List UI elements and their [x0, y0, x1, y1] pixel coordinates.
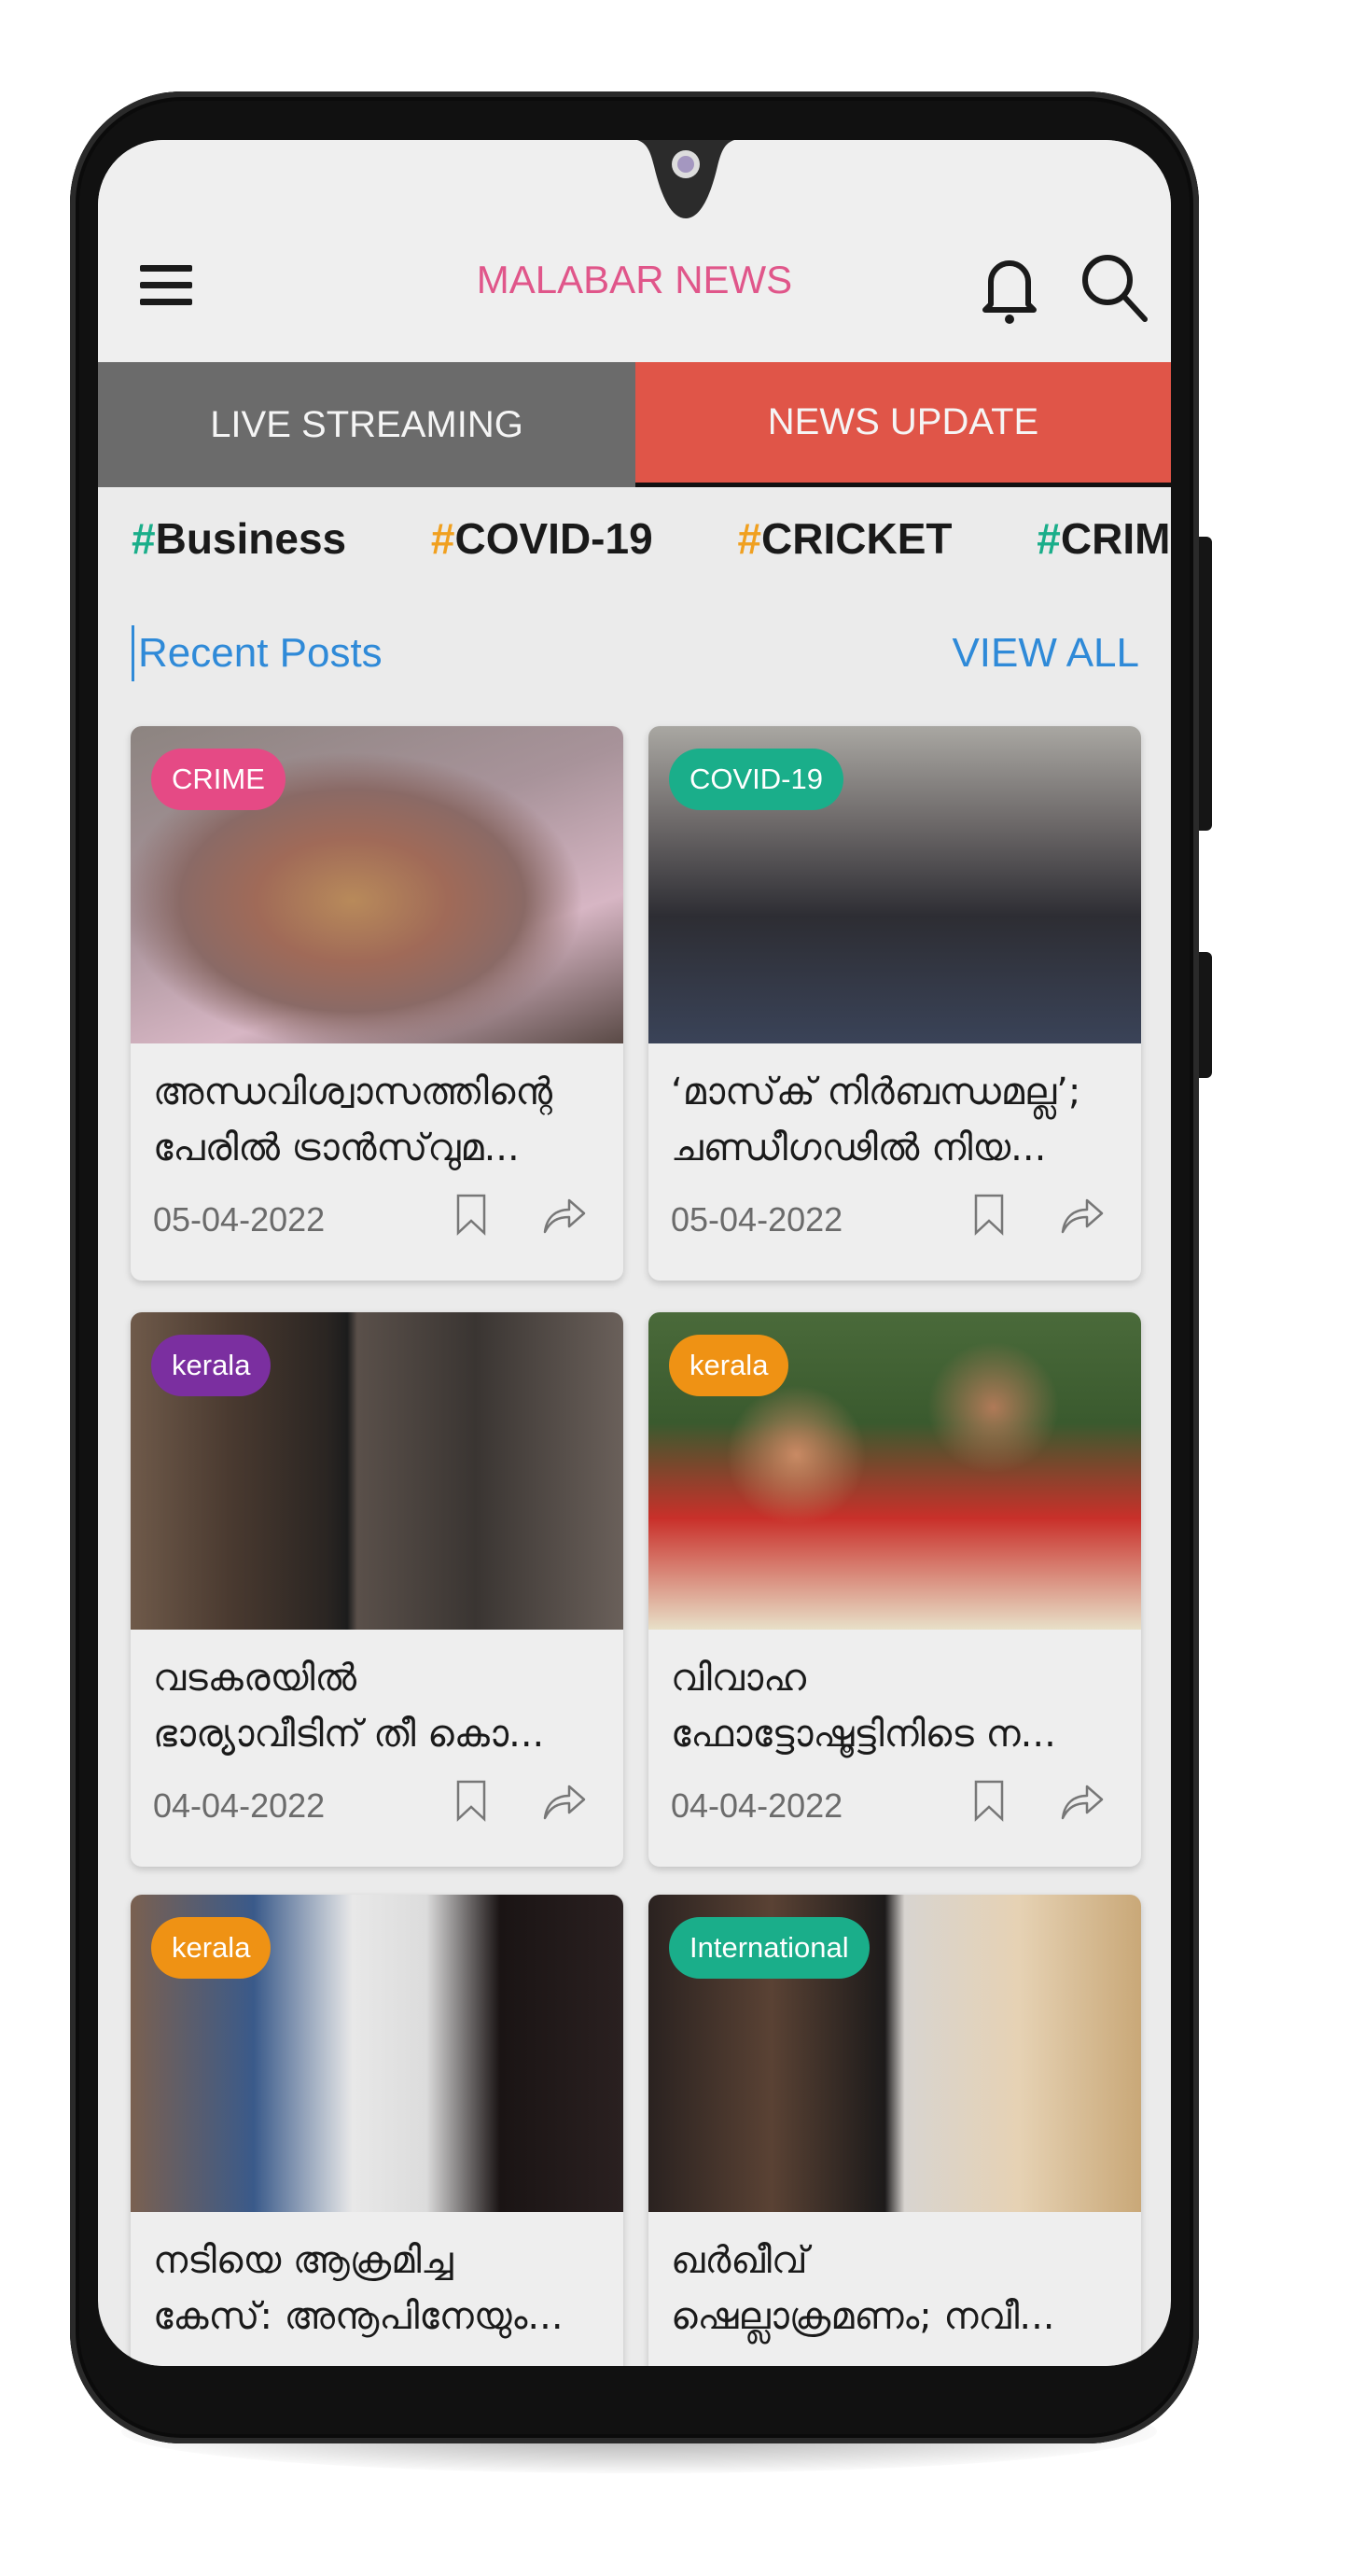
news-title: വിവാഹ ഫോട്ടോഷൂട്ടിനിടെ ന...	[671, 1650, 1128, 1762]
view-all-link[interactable]: VIEW ALL	[952, 625, 1139, 681]
hashtag-label: CRICKET	[761, 514, 953, 563]
hashtag-label: COVID-19	[454, 514, 653, 563]
hash-symbol: #	[430, 514, 455, 563]
news-card[interactable]: kerala വിവാഹ ഫോട്ടോഷൂട്ടിനിടെ ന... 04-04-…	[648, 1312, 1141, 1867]
hashtag-business[interactable]: #Business	[132, 513, 346, 564]
main-tabs: LIVE STREAMING NEWS UPDATE	[98, 362, 1171, 487]
news-title: വടകരയിൽ ഭാര്യാവീടിന് തീ കൊ...	[153, 1650, 610, 1762]
category-badge: International	[669, 1917, 870, 1979]
news-title: ഖർഖീവ് ഷെല്ലാക്രമണം; നവീ...	[671, 2233, 1128, 2345]
title-line: ‘മാസ്‌ക് നിർബന്ധമല്ല’;	[671, 1071, 1081, 1113]
camera-notch	[636, 140, 735, 218]
section-title: Recent Posts	[132, 625, 383, 681]
search-icon[interactable]	[1079, 252, 1149, 323]
post-date: 05-04-2022	[671, 1200, 843, 1239]
title-line: കേസ്: അനൂപിനേയും...	[153, 2295, 564, 2338]
title-line: നടിയെ ആക്രമിച്ച	[153, 2239, 453, 2282]
hashtag-label: CRIME	[1060, 514, 1171, 563]
volume-button	[1199, 537, 1212, 831]
app-screen: MALABAR NEWS LIVE STREAMING NEWS UPDATE …	[98, 140, 1171, 2366]
share-icon[interactable]	[1059, 1193, 1104, 1236]
title-line: വടകരയിൽ	[153, 1657, 356, 1700]
news-title: ‘മാസ്‌ക് നിർബന്ധമല്ല’; ചണ്ഡീഗഢിൽ നിയ...	[671, 1064, 1128, 1176]
title-line: അന്ധവിശ്വാസത്തിന്റെ	[153, 1071, 553, 1113]
category-badge: COVID-19	[669, 749, 843, 810]
news-card[interactable]: kerala നടിയെ ആക്രമിച്ച കേസ്: അനൂപിനേയും..…	[131, 1895, 623, 2366]
post-date: 05-04-2022	[153, 1200, 326, 1239]
bookmark-icon[interactable]	[455, 1193, 487, 1236]
news-card[interactable]: International ഖർഖീവ് ഷെല്ലാക്രമണം; നവീ...	[648, 1895, 1141, 2366]
app-header: MALABAR NEWS	[98, 140, 1171, 362]
share-icon[interactable]	[541, 1779, 586, 1822]
hash-symbol: #	[1037, 514, 1061, 563]
category-badge: CRIME	[151, 749, 286, 810]
title-line: ഷെല്ലാക്രമണം; നവീ...	[671, 2295, 1055, 2338]
post-date: 04-04-2022	[153, 1786, 326, 1825]
power-button	[1199, 952, 1212, 1078]
bookmark-icon[interactable]	[973, 1193, 1005, 1236]
bookmark-icon[interactable]	[973, 1779, 1005, 1822]
hashtag-label: Business	[155, 514, 347, 563]
bell-icon[interactable]	[980, 250, 1039, 325]
bookmark-icon[interactable]	[455, 1779, 487, 1822]
post-date: 04-04-2022	[671, 1786, 843, 1825]
news-card[interactable]: COVID-19 ‘മാസ്‌ക് നിർബന്ധമല്ല’; ചണ്ഡീഗഢിൽ…	[648, 726, 1141, 1281]
category-badge: kerala	[669, 1335, 789, 1396]
recent-posts-header: Recent Posts VIEW ALL	[132, 625, 1139, 691]
hash-symbol: #	[132, 514, 156, 563]
title-line: ഫോട്ടോഷൂട്ടിനിടെ ന...	[671, 1713, 1056, 1756]
hashtag-covid-19[interactable]: #COVID-19	[431, 513, 653, 564]
hashtag-crime[interactable]: #CRIME	[1037, 513, 1171, 564]
news-card[interactable]: kerala വടകരയിൽ ഭാര്യാവീടിന് തീ കൊ... 04-0…	[131, 1312, 623, 1867]
share-icon[interactable]	[1059, 1779, 1104, 1822]
hash-symbol: #	[737, 514, 762, 563]
title-line: ചണ്ഡീഗഢിൽ നിയ...	[671, 1127, 1047, 1169]
share-icon[interactable]	[541, 1193, 586, 1236]
news-card[interactable]: CRIME അന്ധവിശ്വാസത്തിന്റെ പേരിൽ ട്രാൻസ്‌വ…	[131, 726, 623, 1281]
tab-live-streaming[interactable]: LIVE STREAMING	[98, 362, 635, 487]
hashtag-cricket[interactable]: #CRICKET	[737, 513, 952, 564]
title-line: പേരിൽ ട്രാൻസ്‌വുമ...	[153, 1127, 520, 1169]
title-line: ഭാര്യാവീടിന് തീ കൊ...	[153, 1713, 545, 1756]
tab-news-update[interactable]: NEWS UPDATE	[635, 362, 1171, 487]
title-line: വിവാഹ	[671, 1657, 807, 1700]
news-title: നടിയെ ആക്രമിച്ച കേസ്: അനൂപിനേയും...	[153, 2233, 610, 2345]
category-badge: kerala	[151, 1335, 272, 1396]
title-line: ഖർഖീവ്	[671, 2239, 808, 2282]
category-badge: kerala	[151, 1917, 272, 1979]
hashtag-strip: #Business #COVID-19 #CRICKET #CRIME	[132, 513, 1171, 564]
news-title: അന്ധവിശ്വാസത്തിന്റെ പേരിൽ ട്രാൻസ്‌വുമ...	[153, 1064, 610, 1176]
